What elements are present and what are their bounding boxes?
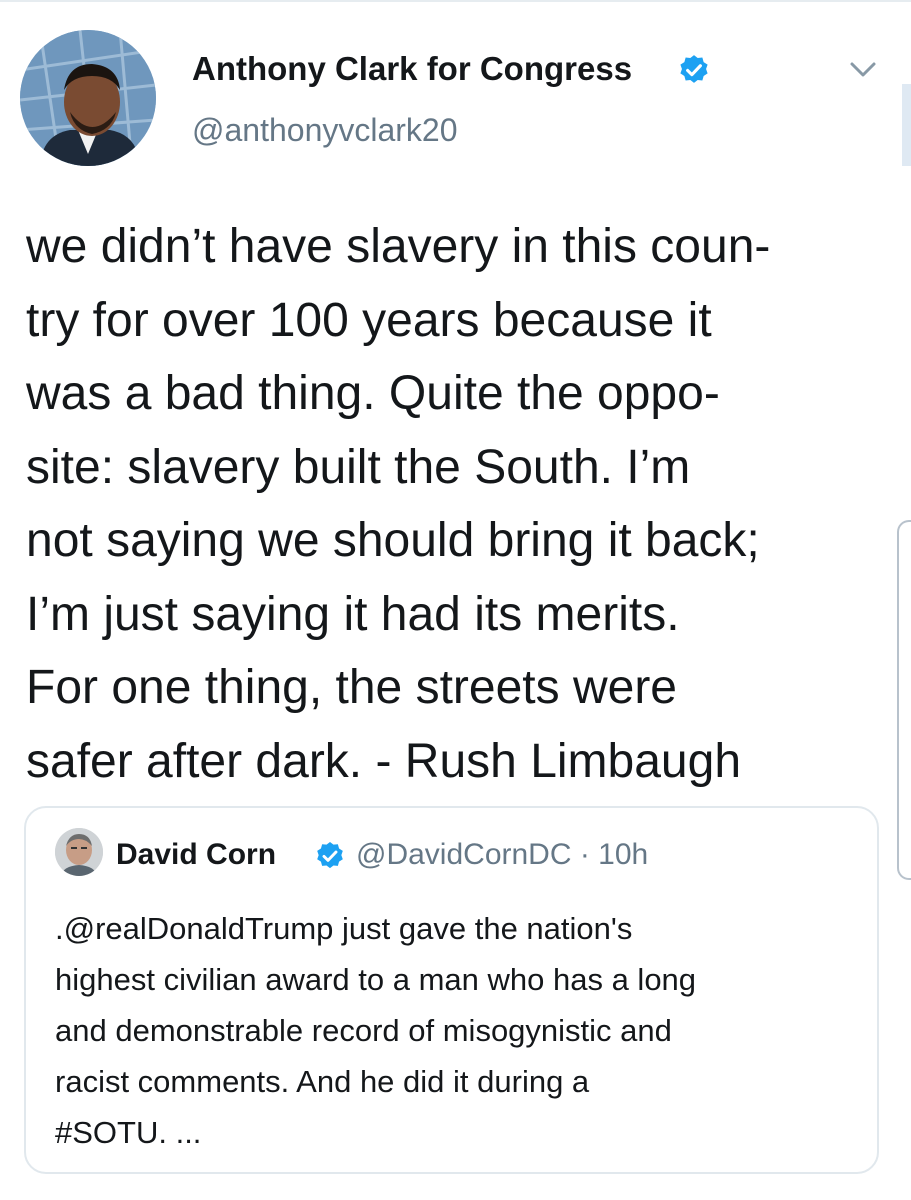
- tweet-text-line: site: slavery built the South. I’m: [26, 440, 691, 494]
- chevron-down-icon[interactable]: [846, 55, 880, 83]
- verified-badge-icon: [317, 842, 343, 869]
- quoted-text-line: highest civilian award to a man who has …: [55, 962, 697, 997]
- quoted-text-line: .@realDonaldTrump just gave the nation's: [55, 911, 633, 946]
- author-handle[interactable]: @anthonyvclark20: [192, 112, 458, 149]
- quoted-author-name[interactable]: David Corn: [116, 838, 276, 872]
- quoted-author-handle-time[interactable]: @DavidCornDC · 10h: [356, 838, 648, 872]
- author-display-name[interactable]: Anthony Clark for Congress: [192, 50, 632, 88]
- tweet-text-line: we didn’t have slavery in this coun-: [26, 220, 771, 273]
- quoted-text-line: and demonstrable record of misogynistic …: [55, 1013, 672, 1048]
- quoted-text-line: racist comments. And he did it during a: [55, 1064, 590, 1099]
- quoted-text-line: #SOTU. ...: [55, 1115, 202, 1150]
- author-avatar[interactable]: [20, 30, 156, 166]
- tweet-text-line: safer after dark. - Rush Limbaugh: [26, 734, 742, 788]
- tweet-text-line: was a bad thing. Quite the oppo-: [26, 367, 720, 420]
- tweet-text-line: I’m just saying it had its merits.: [26, 587, 680, 641]
- side-edge-bracket: [897, 520, 911, 880]
- quoted-author-avatar[interactable]: [55, 828, 103, 876]
- quoted-tweet-text: .@realDonaldTrump just gave the nation's…: [55, 903, 870, 1158]
- tweet-text-line: try for over 100 years because it: [26, 293, 712, 347]
- edge-scroll-indicator: [902, 84, 911, 166]
- tweet-text-line: not saying we should bring it back;: [26, 514, 760, 567]
- top-divider: [0, 0, 911, 2]
- tweet-text-line: For one thing, the streets were: [26, 661, 677, 714]
- verified-badge-icon: [680, 55, 708, 83]
- tweet-card: Anthony Clark for Congress @anthonyvclar…: [0, 0, 911, 1200]
- tweet-text: we didn’t have slavery in this coun- try…: [26, 210, 906, 798]
